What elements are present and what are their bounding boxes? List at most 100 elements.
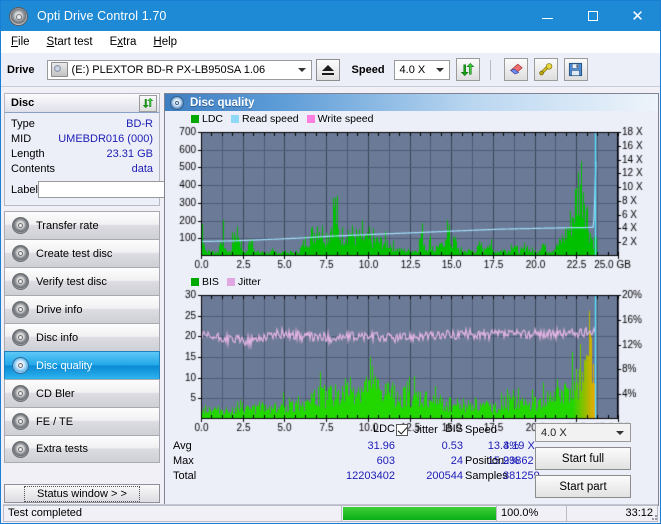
drive-select-value: (E:) PLEXTOR BD-R PX-LB950SA 1.06 xyxy=(71,63,266,76)
disc-icon xyxy=(12,245,29,262)
disc-type-label: Type xyxy=(11,118,35,130)
disc-icon xyxy=(12,413,29,430)
menu-help[interactable]: Help xyxy=(153,36,177,48)
minimize-button[interactable] xyxy=(525,1,570,31)
eject-icon xyxy=(321,64,334,71)
legend-label: Write speed xyxy=(317,112,374,125)
sidebar-item-fe-te[interactable]: FE / TE xyxy=(4,407,160,435)
disc-mid-label: MID xyxy=(11,133,32,145)
left-panel: Disc Type BD-R MID UMEBDR016 (000) Lengt… xyxy=(4,93,242,463)
disc-row-mid: MID UMEBDR016 (000) xyxy=(11,132,153,147)
menu-bar: File Start test Extra Help xyxy=(1,31,660,53)
sidebar-item-create-test-disc[interactable]: Create test disc xyxy=(4,239,160,267)
elapsed-time: 33:12 xyxy=(566,504,658,522)
disc-length-value: 23.31 GB xyxy=(106,148,153,160)
save-button[interactable] xyxy=(563,58,588,81)
sidebar-item-disc-info[interactable]: Disc info xyxy=(4,323,160,351)
window-title: Opti Drive Control 1.70 xyxy=(37,9,167,23)
menu-file[interactable]: File xyxy=(11,36,30,48)
sidebar-item-label: Transfer rate xyxy=(36,219,99,232)
disc-icon xyxy=(12,329,29,346)
start-part-button-label: Start part xyxy=(559,480,607,493)
progress-bar-fill xyxy=(343,506,496,520)
refresh-icon xyxy=(460,63,475,76)
sidebar-item-transfer-rate[interactable]: Transfer rate xyxy=(4,211,160,239)
toolbar-separator xyxy=(489,59,491,80)
start-part-button[interactable]: Start part xyxy=(535,475,631,498)
save-icon xyxy=(568,62,583,77)
tools-button[interactable] xyxy=(533,58,558,81)
bis-chart-canvas xyxy=(165,289,658,437)
disc-icon xyxy=(12,217,29,234)
drive-select[interactable]: (E:) PLEXTOR BD-R PX-LB950SA 1.06 xyxy=(46,59,312,80)
test-speed-select[interactable]: 4.0 X xyxy=(535,423,631,442)
refresh-button[interactable] xyxy=(455,58,480,81)
test-speed-select-value: 4.0 X xyxy=(541,426,567,439)
disc-icon xyxy=(9,6,28,26)
panel-header: Disc quality xyxy=(165,94,658,111)
legend-item-read-speed: Read speed xyxy=(231,113,299,125)
sidebar-item-verify-test-disc[interactable]: Verify test disc xyxy=(4,267,160,295)
stats-row-total-label: Total xyxy=(173,470,197,482)
ldc-chart-canvas xyxy=(165,126,658,274)
status-message: Test completed xyxy=(3,504,341,522)
legend-swatch xyxy=(191,277,199,286)
disc-label-caption: Label xyxy=(11,183,38,196)
progress-bar xyxy=(341,504,496,522)
drive-label: Drive xyxy=(7,63,35,76)
status-bar: Test completed 100.0% 33:12 xyxy=(3,504,658,522)
sidebar-item-label: FE / TE xyxy=(36,415,74,428)
jitter-checkbox[interactable] xyxy=(396,424,408,436)
ldc-chart xyxy=(165,126,658,274)
legend-item-bis: BIS xyxy=(191,276,219,288)
maximize-button[interactable] xyxy=(570,1,615,31)
sidebar-item-extra-tests[interactable]: Extra tests xyxy=(4,435,160,463)
chevron-down-icon xyxy=(435,67,444,72)
disc-panel-header: Disc xyxy=(4,93,160,113)
erase-button[interactable] xyxy=(503,58,528,81)
stats-row-max-label: Max xyxy=(173,455,194,467)
disc-refresh-button[interactable] xyxy=(139,94,157,112)
stats-avg-bis: 0.53 xyxy=(441,440,463,452)
legend-label: BIS xyxy=(202,275,219,288)
tools-icon xyxy=(538,63,552,76)
progress-percent: 100.0% xyxy=(496,504,566,522)
disc-mid-value: UMEBDR016 (000) xyxy=(58,133,153,145)
sidebar-item-label: Disc quality xyxy=(36,359,93,372)
sidebar-item-label: Disc info xyxy=(36,331,79,344)
legend-label: Read speed xyxy=(242,112,299,125)
sidebar-item-label: Verify test disc xyxy=(36,275,107,288)
disc-quality-panel: Disc quality LDC Read speed Write speed xyxy=(164,93,659,506)
sidebar-item-drive-info[interactable]: Drive info xyxy=(4,295,160,323)
disc-contents-label: Contents xyxy=(11,163,56,175)
toolbar: Drive (E:) PLEXTOR BD-R PX-LB950SA 1.06 … xyxy=(1,53,660,87)
legend-item-ldc: LDC xyxy=(191,113,223,125)
speed-stat-label: Speed xyxy=(465,424,497,436)
status-window-button[interactable]: Status window > > xyxy=(4,484,160,503)
legend-label: LDC xyxy=(202,112,224,125)
start-full-button[interactable]: Start full xyxy=(535,447,631,470)
eject-button[interactable] xyxy=(315,58,340,81)
sidebar-item-disc-quality[interactable]: Disc quality xyxy=(4,351,160,379)
legend-item-jitter: Jitter xyxy=(226,276,261,288)
menu-start-test[interactable]: Start test xyxy=(47,36,93,48)
close-button[interactable]: ✕ xyxy=(615,1,660,31)
menu-extra[interactable]: Extra xyxy=(110,36,137,48)
sidebar-item-cd-bler[interactable]: CD Bler xyxy=(4,379,160,407)
resize-grip[interactable] xyxy=(648,511,658,521)
disc-icon xyxy=(12,273,29,290)
disc-panel-body: Type BD-R MID UMEBDR016 (000) Length 23.… xyxy=(4,113,242,206)
status-window-button-label: Status window > > xyxy=(24,485,140,502)
refresh-icon xyxy=(142,97,154,109)
sidebar-item-label: Create test disc xyxy=(36,247,113,260)
stats-total-bis: 200544 xyxy=(426,470,463,482)
disc-length-label: Length xyxy=(11,148,45,160)
speed-label: Speed xyxy=(351,63,385,76)
drive-icon xyxy=(50,62,68,77)
eraser-icon xyxy=(509,63,523,75)
sidebar-item-label: Extra tests xyxy=(36,443,88,455)
disc-row-type: Type BD-R xyxy=(11,117,153,132)
start-full-button-label: Start full xyxy=(561,452,605,465)
legend-item-write-speed: Write speed xyxy=(306,112,374,125)
speed-select[interactable]: 4.0 X xyxy=(393,59,450,80)
